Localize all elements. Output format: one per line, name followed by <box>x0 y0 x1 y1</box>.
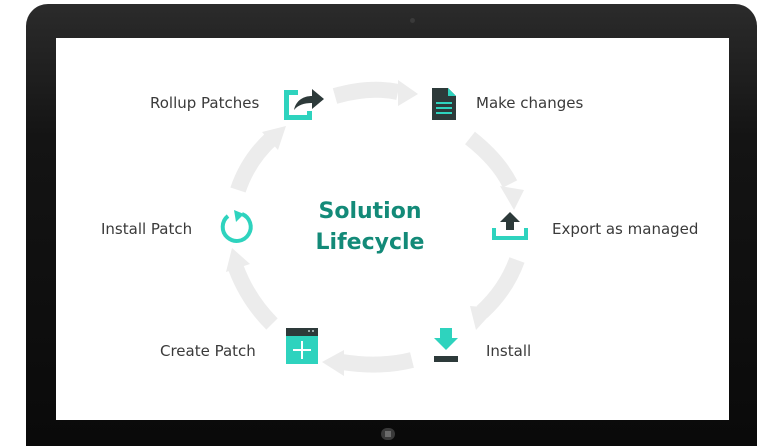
cycle-arrow-bottom-left <box>228 265 278 330</box>
step-install-patch: Install Patch <box>101 220 193 238</box>
window-plus-icon <box>286 328 318 364</box>
download-icon <box>434 328 458 362</box>
document-icon <box>432 88 456 120</box>
refresh-arc-icon <box>220 210 253 243</box>
cycle-arrow-top-right <box>464 131 518 188</box>
step-create-patch: Create Patch <box>160 342 256 360</box>
upload-tray-icon <box>492 212 528 240</box>
step-export-as-managed: Export as managed <box>552 220 699 238</box>
step-make-changes: Make changes <box>476 94 584 112</box>
diagram-title: Solution Lifecycle <box>300 196 440 258</box>
step-install: Install <box>486 342 532 360</box>
step-rollup-patches: Rollup Patches <box>150 94 260 112</box>
share-arrow-icon <box>284 89 324 120</box>
cycle-arrow-left <box>230 132 278 193</box>
cycle-arrow-top <box>332 81 400 104</box>
diagram-title-line1: Solution <box>318 199 422 224</box>
cycle-arrow-bottom <box>340 352 414 373</box>
diagram-title-line2: Lifecycle <box>315 230 425 255</box>
cycle-arrow-right <box>476 257 525 318</box>
